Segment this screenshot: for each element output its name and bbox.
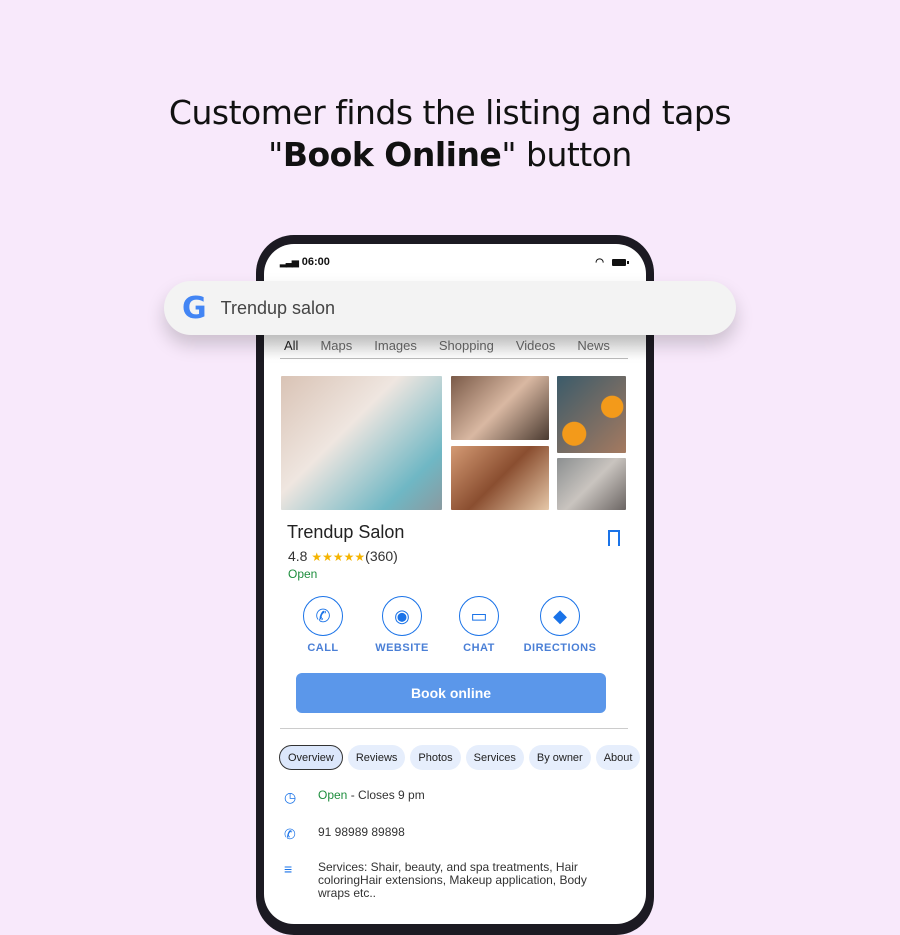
battery-icon xyxy=(612,258,629,266)
chip-about[interactable]: About xyxy=(595,745,641,770)
directions-button[interactable]: ◆ DIRECTIONS xyxy=(510,596,610,654)
phone-icon: ✆ xyxy=(303,596,343,636)
tab-news[interactable]: News xyxy=(577,338,610,353)
hours-closes: - Closes 9 pm xyxy=(347,788,425,802)
google-logo-icon: G xyxy=(182,290,207,326)
divider xyxy=(280,728,628,729)
star-icons: ★★★★★ xyxy=(311,550,366,564)
hours-row[interactable]: ◷ Open - Closes 9 pm xyxy=(284,789,608,806)
business-name: Trendup Salon xyxy=(287,522,405,542)
hours-open: Open xyxy=(318,788,348,802)
book-online-button[interactable]: Book online xyxy=(296,673,606,713)
search-bar[interactable]: G Trendup salon xyxy=(164,281,736,335)
status-bar: ▂▃▅ 06:00 ◠ xyxy=(280,254,629,270)
tab-images[interactable]: Images xyxy=(374,338,417,353)
signal-icon: ▂▃▅ xyxy=(280,256,299,267)
headline-bold: Book Online xyxy=(282,135,502,174)
quote: " button xyxy=(501,135,632,174)
phone-icon: ✆ xyxy=(284,826,296,842)
photo-oranges[interactable] xyxy=(557,376,626,453)
phone-screen: ▂▃▅ 06:00 ◠ All Maps Images Shopping Vid… xyxy=(264,244,646,924)
tab-maps[interactable]: Maps xyxy=(320,338,352,353)
quote: " xyxy=(268,135,283,174)
chat-icon: ▭ xyxy=(459,596,499,636)
rating[interactable]: 4.8 ★★★★★(360) xyxy=(288,548,398,564)
phone-row[interactable]: ✆ 91 98989 89898 xyxy=(284,826,608,843)
headline-line1: Customer finds the listing and taps xyxy=(168,93,732,132)
section-chips: Overview Reviews Photos Services By owne… xyxy=(279,745,641,770)
open-status: Open xyxy=(288,567,318,581)
services-text: Services: Shair, beauty, and spa treatme… xyxy=(318,860,587,900)
photo-facial-mask[interactable] xyxy=(281,376,442,510)
rating-value: 4.8 xyxy=(288,548,308,564)
list-icon: ≡ xyxy=(284,861,293,877)
clock: 06:00 xyxy=(301,256,330,268)
headline-line2: "Book Online" button xyxy=(0,134,900,176)
divider xyxy=(280,358,628,359)
wifi-icon: ◠ xyxy=(595,256,604,268)
chip-by-owner[interactable]: By owner xyxy=(528,745,591,770)
review-count: (360) xyxy=(365,548,398,564)
directions-icon: ◆ xyxy=(540,596,580,636)
services-row: ≡ Services: Shair, beauty, and spa treatm… xyxy=(284,861,608,900)
photo-face-massage[interactable] xyxy=(451,446,549,510)
bookmark-icon[interactable] xyxy=(608,530,620,546)
chip-services[interactable]: Services xyxy=(465,745,524,770)
chip-reviews[interactable]: Reviews xyxy=(347,745,406,770)
headline: Customer finds the listing and taps "Boo… xyxy=(0,92,900,176)
chip-overview[interactable]: Overview xyxy=(279,745,343,770)
photo-clay-mask[interactable] xyxy=(557,458,626,510)
tab-videos[interactable]: Videos xyxy=(516,338,556,353)
photo-scalp[interactable] xyxy=(451,376,549,440)
directions-label: DIRECTIONS xyxy=(523,642,597,654)
phone-number: 91 98989 89898 xyxy=(318,825,405,839)
tab-shopping[interactable]: Shopping xyxy=(439,338,494,353)
search-input[interactable]: Trendup salon xyxy=(221,298,335,319)
globe-icon: ◉ xyxy=(382,596,422,636)
chip-photos[interactable]: Photos xyxy=(410,745,461,770)
tab-all[interactable]: All xyxy=(284,338,298,353)
clock-icon: ◷ xyxy=(284,789,297,805)
